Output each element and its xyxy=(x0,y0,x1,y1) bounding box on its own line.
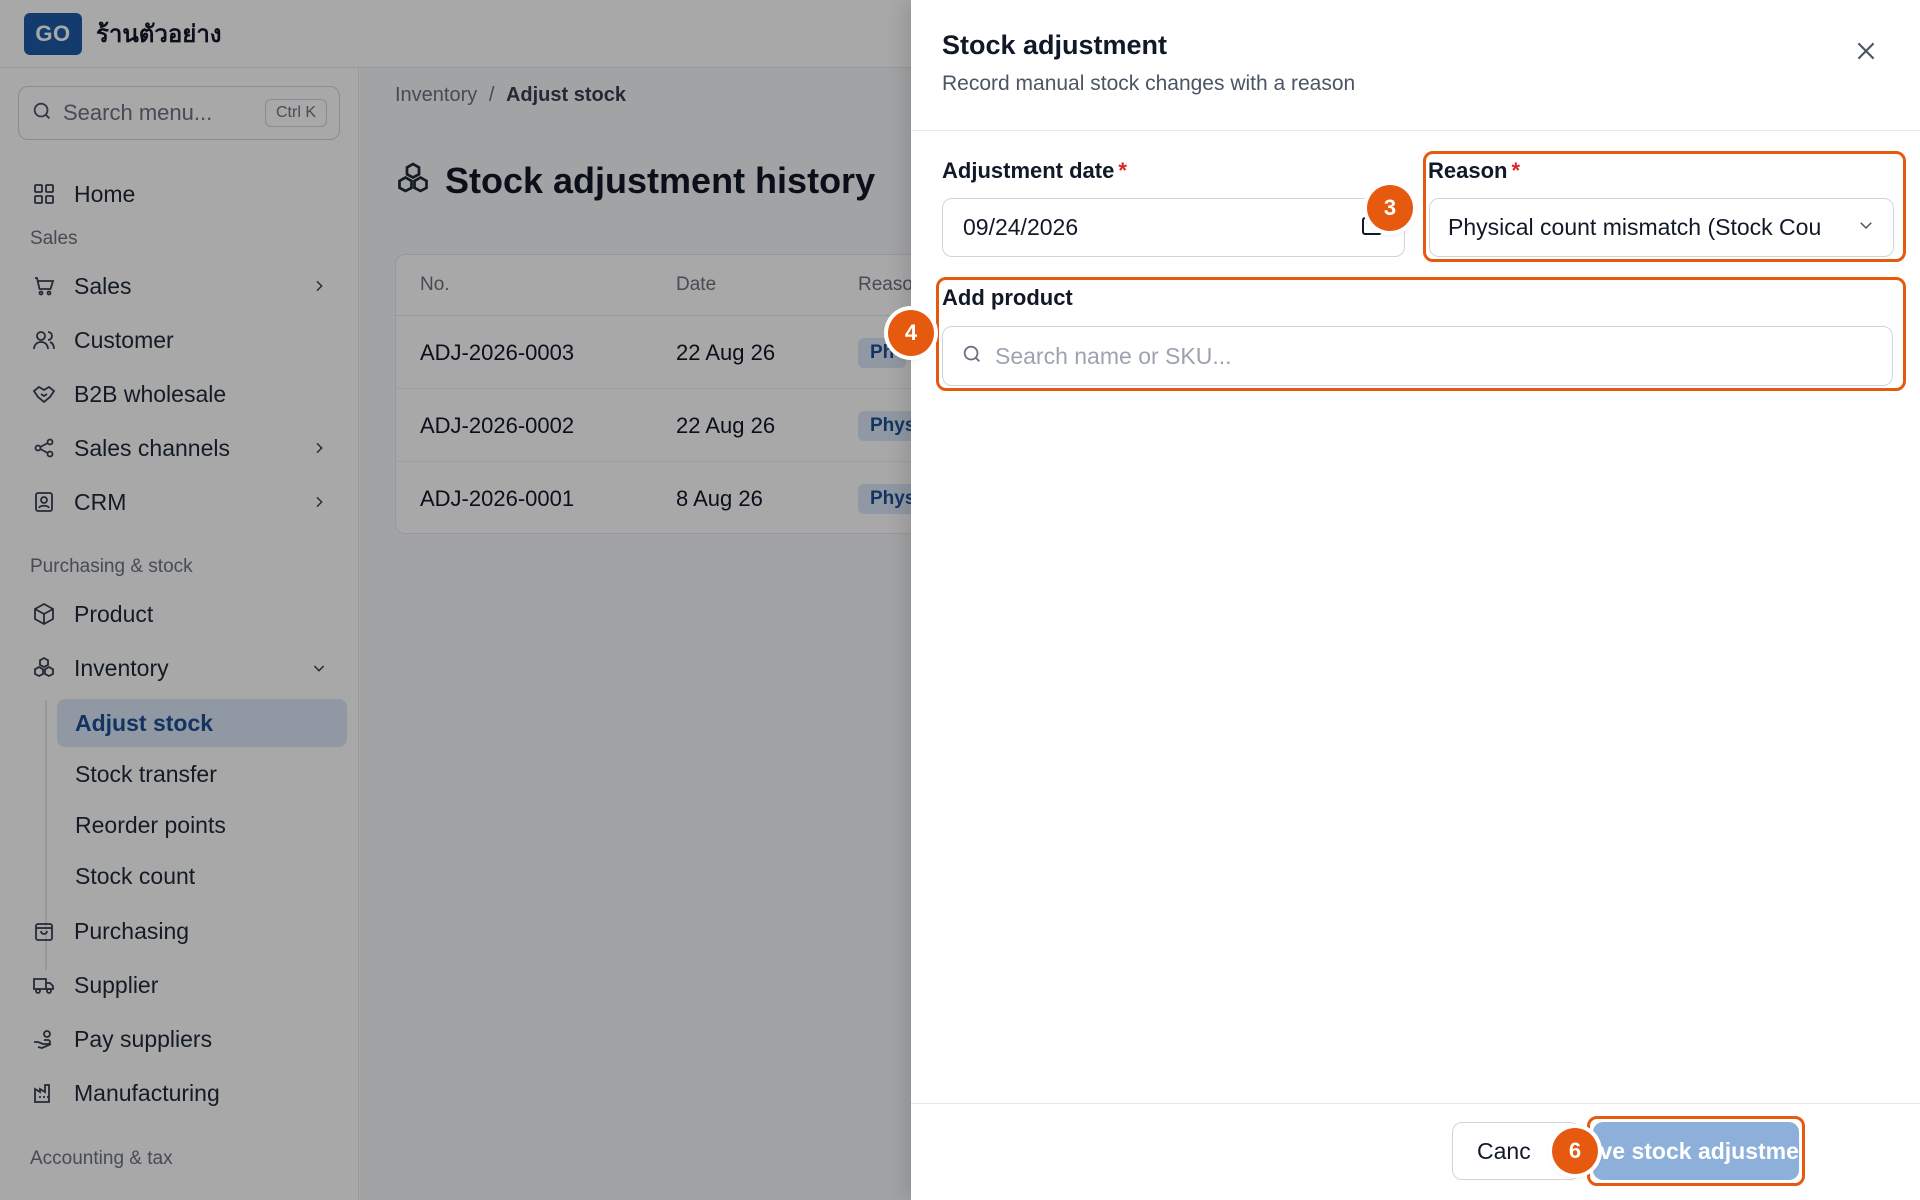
drawer-footer-divider xyxy=(911,1103,1920,1104)
step-badge-4: 4 xyxy=(888,310,934,356)
product-search-placeholder: Search name or SKU... xyxy=(995,342,1232,369)
adjustment-date-label: Adjustment date * xyxy=(942,158,1127,184)
reason-select[interactable]: Physical count mismatch (Stock Cou xyxy=(1429,198,1894,257)
stock-adjustment-drawer: Stock adjustment Record manual stock cha… xyxy=(888,0,1920,1200)
drawer-subtitle: Record manual stock changes with a reaso… xyxy=(942,72,1356,95)
step-badge-6: 6 xyxy=(1552,1128,1598,1174)
product-search-input[interactable]: Search name or SKU... xyxy=(942,326,1893,386)
adjustment-date-field[interactable]: 09/24/2026 xyxy=(942,198,1405,257)
step-badge-3: 3 xyxy=(1367,185,1413,231)
close-icon[interactable] xyxy=(1851,36,1881,66)
reason-label: Reason * xyxy=(1428,158,1520,184)
adjustment-date-value: 09/24/2026 xyxy=(963,214,1079,240)
required-mark: * xyxy=(1118,158,1127,183)
save-stock-adjustment-button[interactable]: Save stock adjustment xyxy=(1571,1122,1821,1180)
drawer-header-divider xyxy=(911,130,1920,131)
reason-label-text: Reason xyxy=(1428,158,1508,183)
required-mark: * xyxy=(1511,158,1521,183)
chevron-down-icon xyxy=(1857,216,1875,239)
adjustment-date-label-text: Adjustment date xyxy=(942,158,1115,183)
add-product-label: Add product xyxy=(942,285,1073,310)
reason-selected-value: Physical count mismatch (Stock Cou xyxy=(1448,214,1822,240)
search-icon xyxy=(961,343,983,370)
drawer-title: Stock adjustment xyxy=(942,30,1168,60)
